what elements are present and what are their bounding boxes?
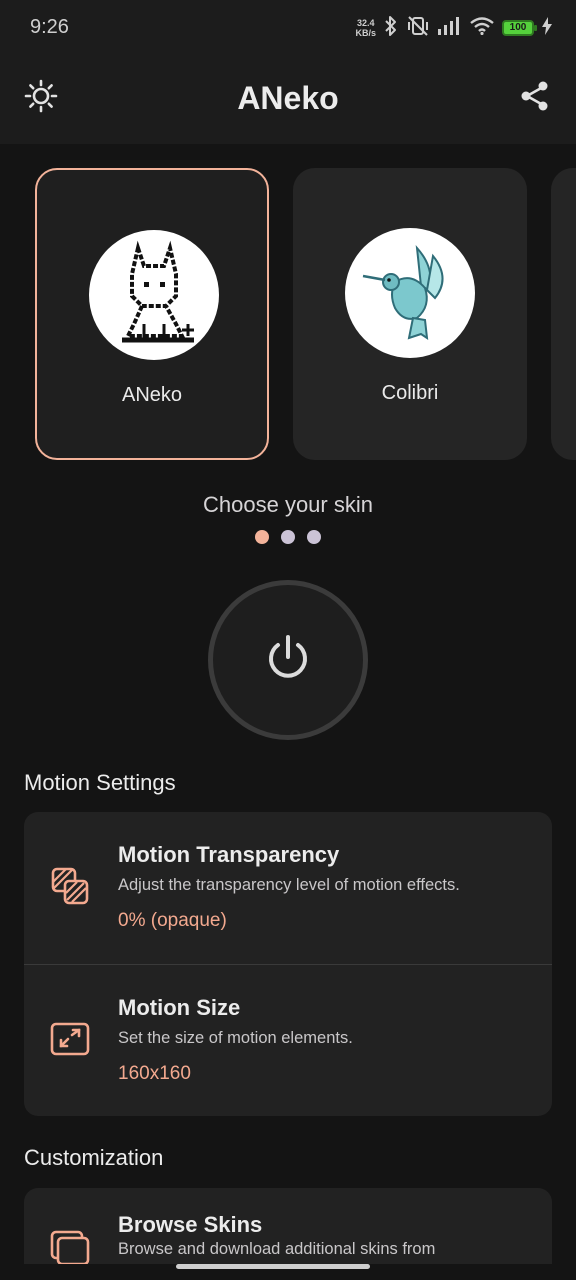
network-speed-unit: KB/s <box>355 28 376 38</box>
transparency-icon <box>50 866 90 906</box>
browse-skins-icon <box>50 1228 90 1264</box>
page-dot[interactable] <box>307 530 321 544</box>
gesture-nav-handle[interactable] <box>176 1264 370 1269</box>
carousel-page-indicator <box>0 530 576 544</box>
page-dot[interactable] <box>281 530 295 544</box>
battery-icon: 100 <box>502 20 537 36</box>
motion-transparency-setting[interactable]: Motion Transparency Adjust the transpare… <box>24 812 552 964</box>
motion-settings-heading: Motion Settings <box>24 770 176 795</box>
share-icon <box>519 80 551 117</box>
power-toggle-button[interactable] <box>208 580 368 740</box>
status-time: 9:26 <box>30 16 69 38</box>
setting-value: 160x160 <box>118 1063 191 1084</box>
vibrate-off-icon <box>406 15 430 42</box>
skin-card-next[interactable] <box>551 168 576 460</box>
page-dot-active[interactable] <box>255 530 269 544</box>
customization-heading: Customization <box>24 1145 164 1170</box>
charging-icon <box>542 16 552 40</box>
resize-icon <box>50 1019 90 1059</box>
setting-description: Browse and download additional skins fro… <box>118 1240 436 1258</box>
colibri-skin-image <box>345 228 475 358</box>
status-bar: 9:26 32.4 KB/s 100 <box>0 0 576 56</box>
setting-description: Adjust the transparency level of motion … <box>118 876 460 894</box>
network-speed-value: 32.4 <box>356 18 375 28</box>
setting-title: Motion Size <box>118 995 241 1020</box>
bluetooth-icon <box>384 15 398 42</box>
aneko-skin-image <box>89 230 219 360</box>
motion-settings-card: Motion Transparency Adjust the transpare… <box>24 812 552 1116</box>
wifi-icon <box>470 16 494 40</box>
share-button[interactable] <box>513 76 557 120</box>
skins-carousel[interactable]: ANeko Colibri <box>0 166 576 462</box>
skin-name: Colibri <box>381 382 439 404</box>
setting-value: 0% (opaque) <box>118 910 227 931</box>
setting-description: Set the size of motion elements. <box>118 1029 353 1047</box>
network-speed: 32.4 KB/s <box>355 18 376 38</box>
signal-icon <box>438 16 462 40</box>
app-title: ANeko <box>237 80 339 116</box>
power-icon <box>263 633 313 688</box>
motion-size-setting[interactable]: Motion Size Set the size of motion eleme… <box>24 964 552 1116</box>
setting-title: Motion Transparency <box>118 842 340 867</box>
choose-skin-label: Choose your skin <box>203 492 373 517</box>
skin-card-aneko[interactable]: ANeko <box>35 168 269 460</box>
customization-card: Browse Skins Browse and download additio… <box>24 1188 552 1264</box>
setting-title: Browse Skins <box>118 1212 263 1237</box>
skin-card-colibri[interactable]: Colibri <box>293 168 527 460</box>
skin-name: ANeko <box>121 384 183 406</box>
status-icons: 32.4 KB/s 100 <box>355 14 552 42</box>
browse-skins-setting[interactable]: Browse Skins Browse and download additio… <box>24 1188 552 1264</box>
app-bar: ANeko <box>0 56 576 144</box>
